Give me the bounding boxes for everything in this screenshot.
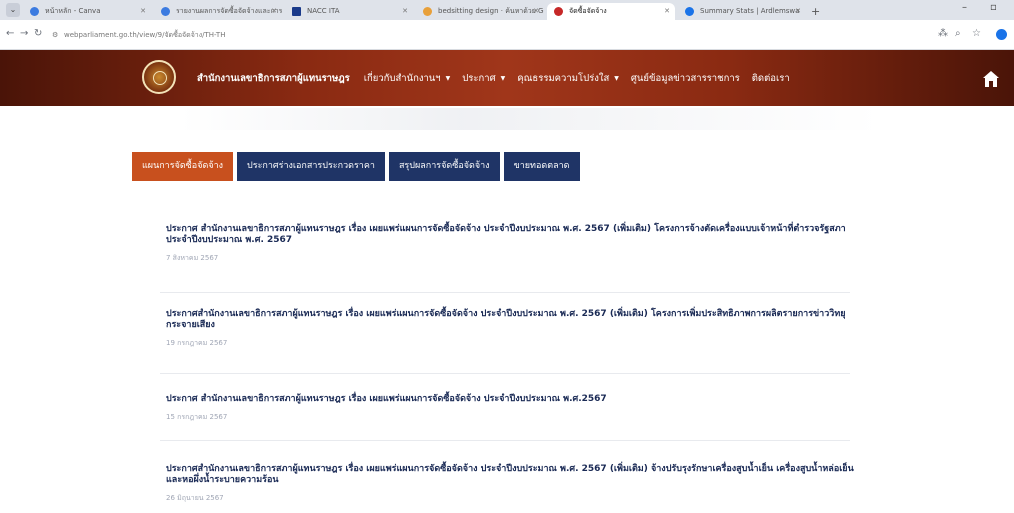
chevron-down-icon: ▼ — [445, 74, 451, 82]
procurement-tabs: แผนการจัดซื้อจัดจ้าง ประกาศร่างเอกสารประ… — [132, 152, 584, 181]
summary-favicon-icon — [685, 7, 694, 16]
browser-tab-label: หน้าหลัก - Canva — [45, 7, 101, 15]
minimize-icon[interactable]: – — [962, 2, 967, 13]
restore-icon[interactable]: ▫ — [990, 2, 997, 13]
bookmark-star-icon[interactable]: ☆ — [972, 28, 981, 39]
close-tab-icon[interactable]: ✕ — [402, 3, 408, 20]
list-item[interactable]: ประกาศ สำนักงานเลขาธิการสภาผู้แทนราษฎร เ… — [160, 394, 856, 441]
nav-integrity[interactable]: คุณธรรมความโปร่งใส ▼ — [517, 71, 619, 86]
main-nav: สำนักงานเลขาธิการสภาผู้แทนราษฎร เกี่ยวกั… — [197, 50, 802, 106]
nav-contact-label: ติดต่อเรา — [751, 72, 790, 84]
new-tab-button[interactable]: + — [811, 3, 820, 20]
tab-procurement-summary[interactable]: สรุปผลการจัดซื้อจัดจ้าง — [388, 152, 500, 181]
nav-announcements[interactable]: ประกาศ ▼ — [462, 71, 505, 86]
close-tab-icon[interactable]: ✕ — [664, 3, 670, 20]
browser-tab[interactable]: NACC ITA ✕ — [285, 3, 413, 20]
nav-info-center[interactable]: ศูนย์ข้อมูลข่าวสารราชการ — [631, 71, 740, 86]
divider — [160, 292, 850, 293]
article-date: 7 สิงหาคม 2567 — [166, 254, 219, 262]
article-title[interactable]: ประกาศ สำนักงานเลขาธิการสภาผู้แทนราษฎร เ… — [166, 394, 856, 405]
close-tab-icon[interactable]: ✕ — [140, 3, 146, 20]
browser-tab-label: จัดซื้อจัดจ้าง — [569, 7, 607, 15]
nacc-favicon-icon — [292, 7, 301, 16]
url-text: webparliament.go.th/view/9/จัดซื้อจัดจ้า… — [64, 31, 226, 39]
tab-list-button[interactable]: ⌄ — [6, 3, 20, 17]
google-favicon-icon — [423, 7, 432, 16]
parliament-favicon-icon — [554, 7, 563, 16]
divider — [160, 440, 850, 441]
profile-avatar[interactable] — [996, 29, 1007, 40]
close-tab-icon[interactable]: ✕ — [271, 3, 277, 20]
browser-tab[interactable]: หน้าหลัก - Canva ✕ — [23, 3, 151, 20]
site-header: สำนักงานเลขาธิการสภาผู้แทนราษฎร เกี่ยวกั… — [0, 50, 1014, 106]
chevron-down-icon: ▼ — [500, 74, 506, 82]
article-title[interactable]: ประกาศ สำนักงานเลขาธิการสภาผู้แทนราษฎร เ… — [166, 224, 856, 246]
tab-procurement-plan[interactable]: แผนการจัดซื้อจัดจ้าง — [132, 152, 234, 181]
article-date: 26 มิถุนายน 2567 — [166, 494, 224, 502]
nav-about[interactable]: เกี่ยวกับสำนักงานฯ ▼ — [364, 71, 451, 86]
browser-tab[interactable]: รายงานผลการจัดซื้อจัดจ้างและการบริหาร ✕ — [154, 3, 282, 20]
url-field[interactable]: ⚙ webparliament.go.th/view/9/จัดซื้อจัดจ… — [48, 26, 928, 44]
article-title[interactable]: ประกาศสำนักงานเลขาธิการสภาผู้แทนราษฎร เร… — [166, 464, 856, 486]
decorative-strip — [180, 108, 880, 130]
chevron-down-icon: ▼ — [614, 74, 619, 82]
divider — [160, 373, 850, 374]
list-item[interactable]: ประกาศ สำนักงานเลขาธิการสภาผู้แทนราษฎร เ… — [160, 224, 856, 293]
nav-integrity-label: คุณธรรมความโปร่งใส — [517, 72, 610, 84]
org-name-link[interactable]: สำนักงานเลขาธิการสภาผู้แทนราษฎร — [197, 71, 350, 86]
browser-tab-label: รายงานผลการจัดซื้อจัดจ้างและการบริหาร — [176, 7, 282, 15]
parliament-logo[interactable] — [142, 60, 176, 94]
browser-tab-label: NACC ITA — [307, 7, 340, 15]
browser-tab-active[interactable]: จัดซื้อจัดจ้าง ✕ — [547, 3, 675, 20]
tab-draft-tender[interactable]: ประกาศร่างเอกสารประกวดราคา — [237, 152, 385, 181]
browser-tab-bar: ⌄ หน้าหลัก - Canva ✕ รายงานผลการจัดซื้อจ… — [0, 0, 1014, 20]
reload-icon[interactable]: ↻ — [34, 28, 42, 39]
browser-tab-label: Summary Stats | Ardlemswa — [700, 7, 800, 15]
close-tab-icon[interactable]: ✕ — [795, 3, 801, 20]
site-info-icon[interactable]: ⚙ — [52, 26, 58, 44]
site-favicon-icon — [161, 7, 170, 16]
canva-favicon-icon — [30, 7, 39, 16]
home-icon[interactable] — [982, 70, 1000, 88]
browser-tab[interactable]: bedsitting design · ค้นหาด้วย Goo ✕ — [416, 3, 544, 20]
article-date: 19 กรกฎาคม 2567 — [166, 339, 228, 347]
back-icon[interactable]: ← — [6, 28, 14, 39]
close-tab-icon[interactable]: ✕ — [533, 3, 539, 20]
nav-about-label: เกี่ยวกับสำนักงานฯ — [363, 72, 441, 84]
list-item[interactable]: ประกาศสำนักงานเลขาธิการสภาผู้แทนราษฎร เร… — [160, 309, 856, 374]
nav-announcements-label: ประกาศ — [462, 72, 496, 84]
article-date: 15 กรกฎาคม 2567 — [166, 413, 228, 421]
browser-tab-label: bedsitting design · ค้นหาด้วย Goo — [438, 7, 544, 15]
forward-icon[interactable]: → — [20, 28, 28, 39]
zoom-icon[interactable]: ⌕ — [955, 28, 961, 39]
nav-contact[interactable]: ติดต่อเรา — [752, 71, 790, 86]
article-title[interactable]: ประกาศสำนักงานเลขาธิการสภาผู้แทนราษฎร เร… — [166, 309, 856, 331]
browser-tab[interactable]: Summary Stats | Ardlemswa ✕ — [678, 3, 806, 20]
translate-icon[interactable]: ⁂ — [938, 28, 948, 39]
address-bar-row: ← → ↻ ⚙ webparliament.go.th/view/9/จัดซื… — [0, 20, 1014, 50]
tab-auction[interactable]: ขายทอดตลาด — [503, 152, 580, 181]
nav-info-center-label: ศูนย์ข้อมูลข่าวสารราชการ — [630, 72, 740, 84]
list-item[interactable]: ประกาศสำนักงานเลขาธิการสภาผู้แทนราษฎร เร… — [166, 464, 856, 504]
